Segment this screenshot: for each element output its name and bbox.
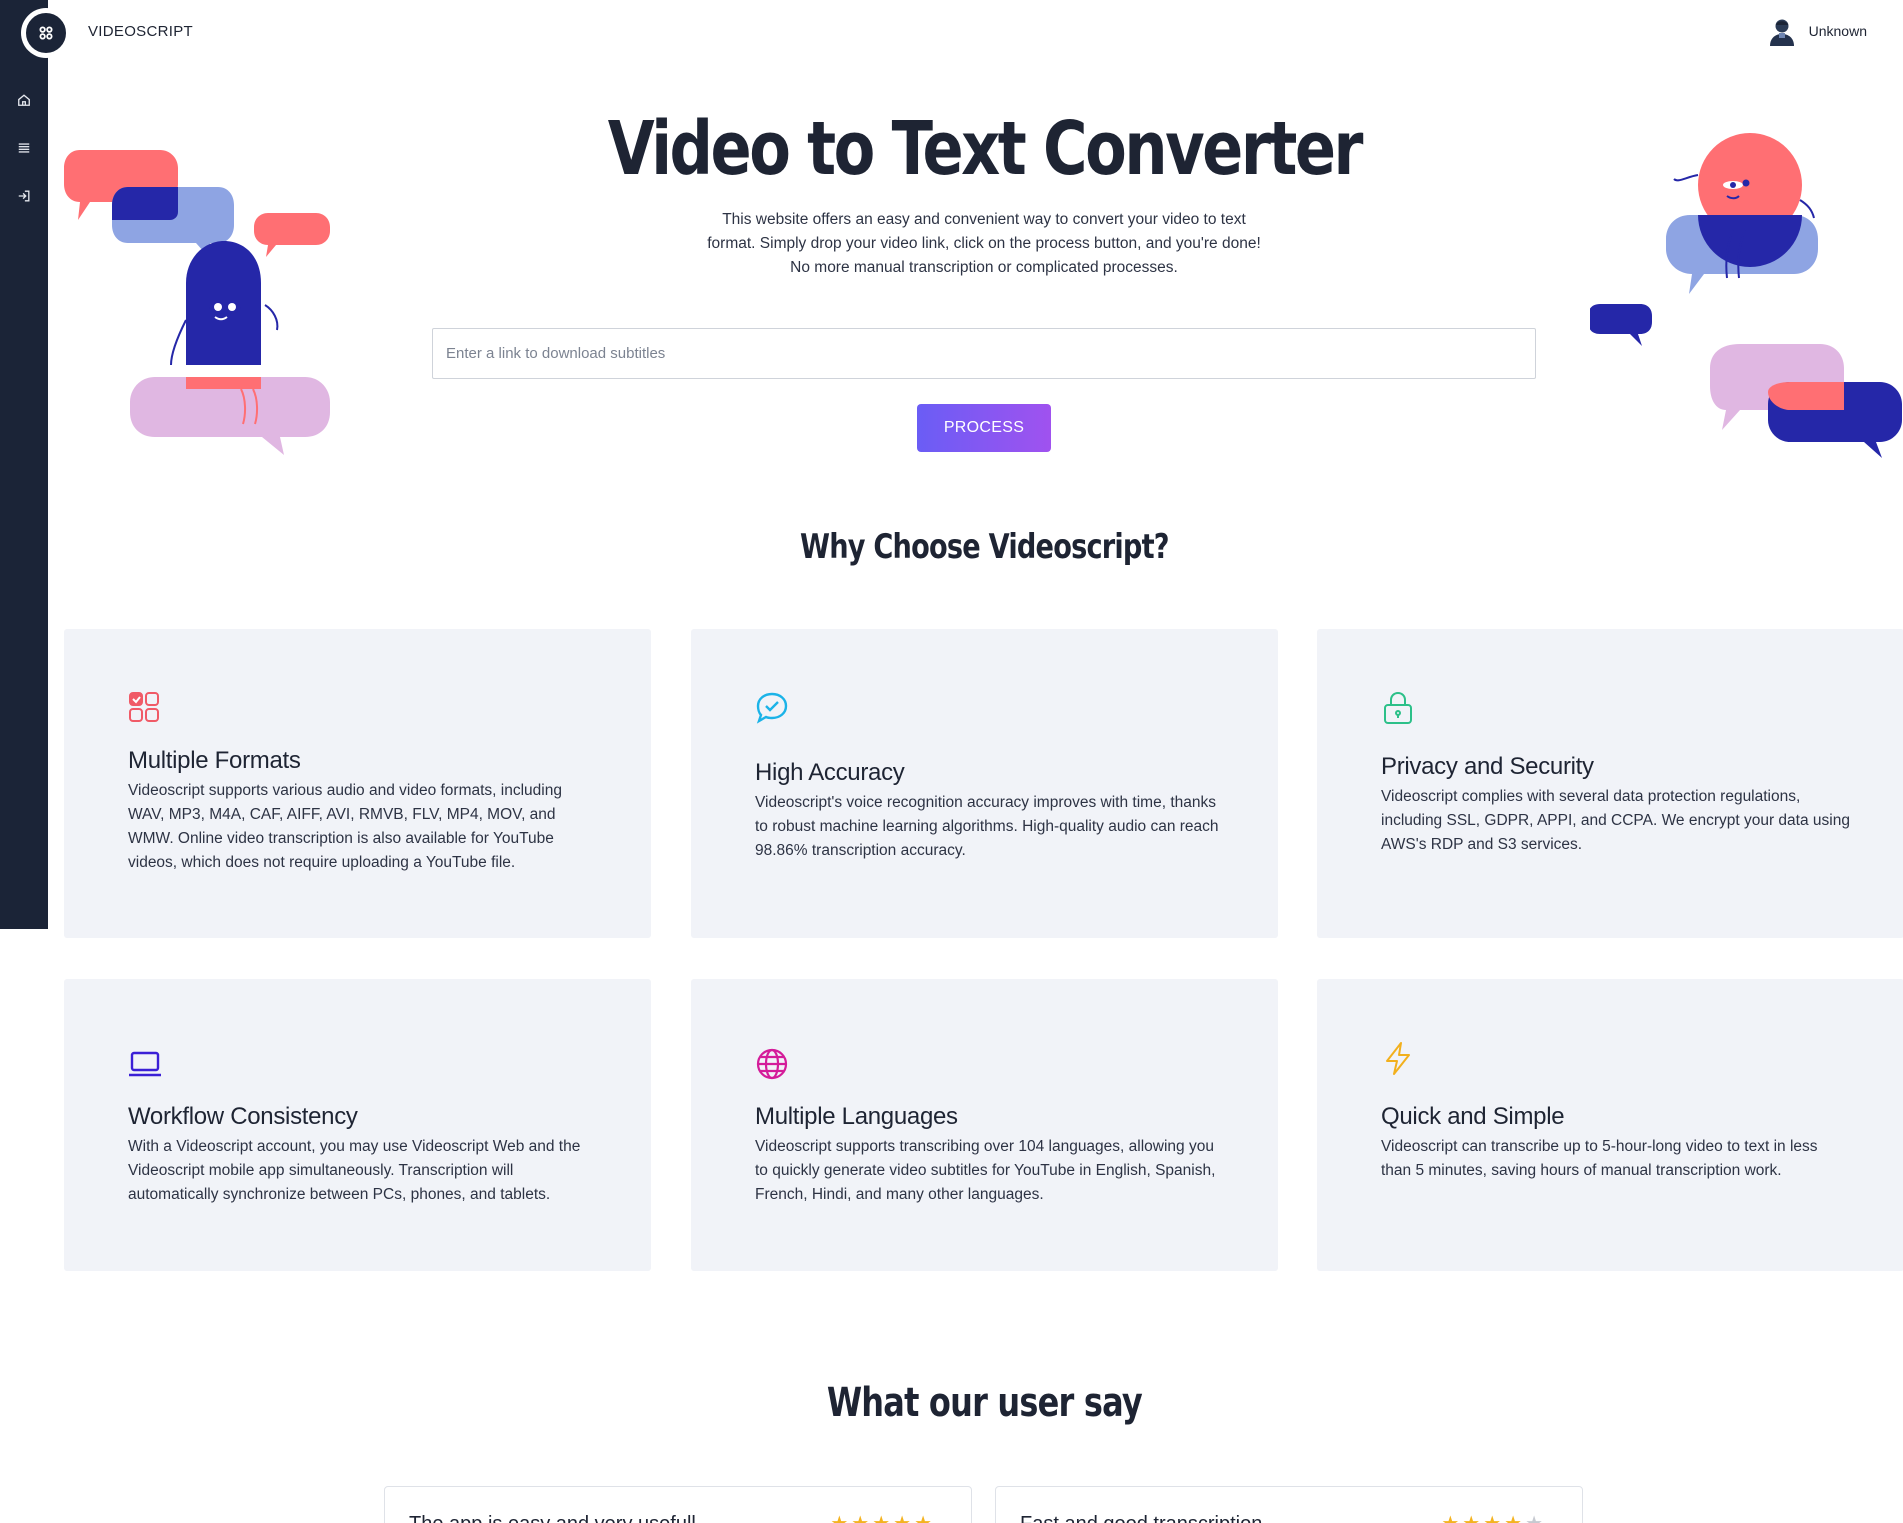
review-title: Fast and good transcription — [1020, 1513, 1262, 1523]
feature-text: Videoscript supports transcribing over 1… — [755, 1138, 1216, 1203]
home-icon[interactable] — [12, 88, 36, 112]
feature-text: Videoscript's voice recognition accuracy… — [755, 794, 1219, 859]
feature-card-workflow-consistency: Workflow Consistency With a Videoscript … — [64, 979, 651, 1271]
page: { "app": { "brand": "VIDEOSCRIPT" }, "us… — [0, 0, 1903, 1523]
feature-card-multiple-formats: Multiple Formats Videoscript supports va… — [64, 629, 651, 938]
hero-title: Video to Text Converter — [607, 106, 1364, 192]
feature-card-quick-simple: Quick and Simple Videoscript can transcr… — [1317, 979, 1903, 1271]
brand-name[interactable]: VIDEOSCRIPT — [88, 23, 193, 40]
rating-stars: ★★★★★ — [1441, 1511, 1546, 1523]
feature-card-high-accuracy: High Accuracy Videoscript's voice recogn… — [691, 629, 1278, 938]
feature-title: Workflow Consistency — [128, 1103, 358, 1130]
lightning-icon — [1381, 1041, 1415, 1075]
feature-card-multiple-languages: Multiple Languages Videoscript supports … — [691, 979, 1278, 1271]
chat-check-icon — [755, 691, 789, 725]
lock-icon — [1381, 691, 1415, 725]
user-name: Unknown — [1808, 23, 1867, 39]
grid-check-icon — [128, 691, 162, 725]
avatar — [1769, 19, 1794, 46]
feature-text: With a Videoscript account, you may use … — [128, 1138, 581, 1203]
star-empty-icon: ★ — [1525, 1513, 1546, 1523]
review-card: Fast and good transcription ★★★★★ — [995, 1486, 1583, 1523]
why-section-title: Why Choose Videoscript? — [800, 527, 1170, 567]
feature-title: Multiple Languages — [755, 1103, 958, 1130]
sidebar — [0, 0, 48, 929]
feature-card-privacy-security: Privacy and Security Videoscript complie… — [1317, 629, 1903, 938]
feature-text: Videoscript complies with several data p… — [1381, 788, 1850, 853]
chat-mascot-illustration-left — [64, 150, 330, 455]
login-icon[interactable] — [12, 184, 36, 208]
menu-icon[interactable] — [12, 136, 36, 160]
process-button[interactable]: PROCESS — [917, 404, 1051, 452]
hero-description: This website offers an easy and convenie… — [707, 211, 1261, 276]
app-logo[interactable] — [23, 10, 69, 56]
review-title: The app is easy and very usefull — [409, 1513, 696, 1523]
testimonials-title: What our user say — [826, 1380, 1143, 1426]
feature-title: High Accuracy — [755, 759, 905, 786]
feature-title: Privacy and Security — [1381, 753, 1594, 780]
feature-title: Multiple Formats — [128, 747, 301, 774]
review-card: The app is easy and very usefull ★★★★★ — [384, 1486, 972, 1523]
globe-icon — [755, 1047, 789, 1081]
feature-title: Quick and Simple — [1381, 1103, 1565, 1130]
feature-text: Videoscript supports various audio and v… — [128, 782, 562, 871]
video-link-input[interactable] — [432, 328, 1536, 379]
user-menu[interactable]: Unknown — [1767, 16, 1867, 46]
laptop-icon — [128, 1047, 162, 1081]
rating-stars: ★★★★★ — [830, 1511, 935, 1523]
feature-text: Videoscript can transcribe up to 5-hour-… — [1381, 1138, 1818, 1179]
